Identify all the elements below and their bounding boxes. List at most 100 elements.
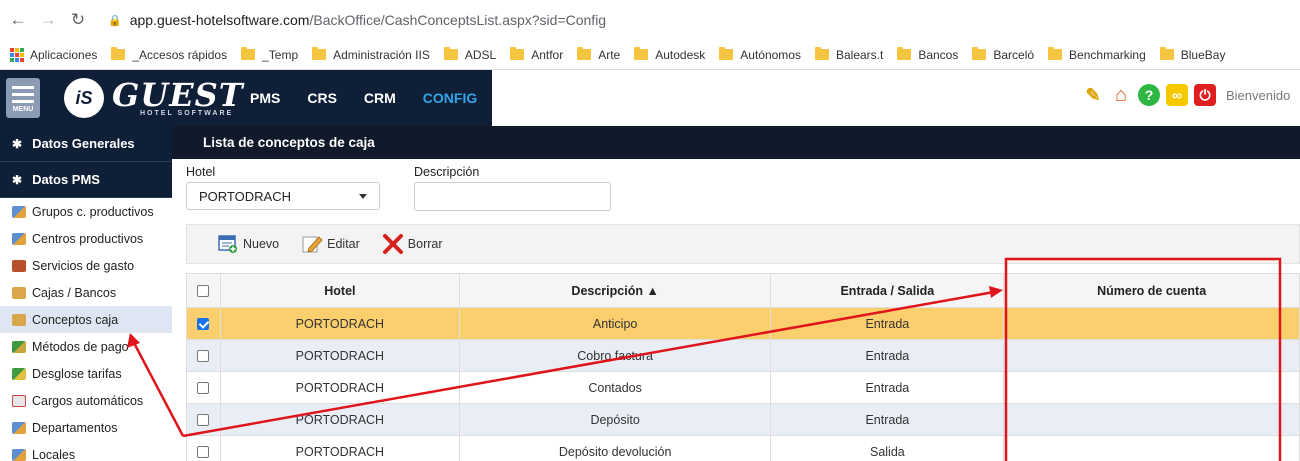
cell-numero-cuenta	[1003, 307, 1300, 340]
broom-icon[interactable]: ✎	[1082, 84, 1104, 106]
folder-icon	[241, 47, 256, 60]
sidebar-item-conceptos[interactable]: Conceptos caja	[0, 306, 172, 333]
bookmark-folder[interactable]: Antfor	[510, 47, 563, 62]
bookmark-folder[interactable]: BlueBay	[1159, 47, 1225, 62]
back-arrow-icon[interactable]: ←	[6, 8, 30, 32]
sidebar-item-cajas[interactable]: Cajas / Bancos	[0, 279, 172, 306]
reload-icon[interactable]: ↻	[66, 8, 90, 32]
bookmark-folder[interactable]: ADSL	[443, 47, 496, 62]
toolbar: Nuevo Editar Borrar	[186, 224, 1300, 264]
table-row[interactable]: PORTODRACH Anticipo Entrada	[186, 307, 1300, 340]
hotel-select[interactable]: PORTODRACH	[186, 182, 380, 210]
apps-grid-icon	[10, 47, 24, 62]
folder-icon	[1048, 47, 1063, 60]
logo-mark: iS	[64, 78, 104, 118]
folder-icon	[1159, 47, 1174, 60]
new-button[interactable]: Nuevo	[217, 234, 279, 254]
row-checkbox[interactable]	[197, 382, 210, 395]
row-checkbox[interactable]	[197, 350, 210, 363]
cell-descripcion: Contados	[458, 371, 772, 404]
sidebar: ✱ Datos Generales ✱ Datos PMS Grupos c. …	[0, 126, 172, 461]
sidebar-item-metodos[interactable]: Métodos de pago	[0, 333, 172, 360]
nav-config[interactable]: CONFIG	[423, 90, 477, 106]
delete-button[interactable]: Borrar	[382, 234, 443, 254]
group-icon	[12, 205, 26, 218]
gear-icon: ✱	[12, 136, 23, 151]
page-title: Lista de conceptos de caja	[172, 126, 1300, 159]
nav-crs[interactable]: CRS	[307, 90, 337, 106]
cashbox-icon	[12, 313, 26, 326]
department-icon	[12, 421, 26, 434]
bookmark-folder[interactable]: Barceló	[972, 47, 1034, 62]
folder-icon	[312, 47, 327, 60]
help-icon[interactable]: ?	[1138, 84, 1160, 106]
description-input[interactable]	[414, 182, 611, 211]
row-checkbox[interactable]	[197, 414, 210, 427]
bookmark-folder[interactable]: Arte	[577, 47, 620, 62]
chevron-down-icon	[359, 194, 367, 199]
lock-icon: 🔒	[108, 14, 122, 27]
folder-icon	[972, 47, 987, 60]
row-checkbox[interactable]	[197, 446, 210, 459]
sidebar-item-centros[interactable]: Centros productivos	[0, 225, 172, 252]
bookmark-folder[interactable]: Autónomos	[719, 47, 801, 62]
sidebar-section-datos-pms[interactable]: ✱ Datos PMS	[0, 162, 172, 198]
header-tools: ✎ ⌂ ? ∞ ⏻ Bienvenido	[1082, 84, 1300, 106]
logo-subtitle: HOTEL SOFTWARE	[140, 110, 234, 117]
bookmark-folder[interactable]: Autodesk	[634, 47, 705, 62]
sidebar-item-locales[interactable]: Locales	[0, 441, 172, 461]
cell-descripcion: Depósito	[458, 403, 772, 436]
table-row[interactable]: PORTODRACH Depósito Entrada	[186, 403, 1300, 436]
nav-crm[interactable]: CRM	[364, 90, 396, 106]
bookmark-folder[interactable]: _Temp	[241, 47, 298, 62]
bookmark-apps[interactable]: Aplicaciones	[10, 47, 97, 62]
calendar-icon	[12, 394, 26, 407]
url-field[interactable]: app.guest-hotelsoftware.com/BackOffice/C…	[130, 12, 606, 28]
table-row[interactable]: PORTODRACH Depósito devolución Salida	[186, 435, 1300, 461]
folder-icon	[111, 47, 126, 60]
table-row[interactable]: PORTODRACH Cobro factura Entrada	[186, 339, 1300, 372]
folder-icon	[814, 47, 829, 60]
folder-icon	[634, 47, 649, 60]
select-all-checkbox[interactable]	[197, 285, 210, 298]
column-header-descripcion[interactable]: Descripción ▲	[458, 273, 772, 308]
sidebar-item-grupos[interactable]: Grupos c. productivos	[0, 198, 172, 225]
folder-icon	[897, 47, 912, 60]
cell-entrada-salida: Entrada	[770, 371, 1005, 404]
cell-hotel: PORTODRACH	[219, 339, 460, 372]
delete-x-icon	[382, 234, 404, 254]
row-checkbox[interactable]	[197, 318, 210, 331]
column-header-hotel[interactable]: Hotel	[219, 273, 460, 308]
select-all-cell[interactable]	[186, 273, 221, 308]
forward-arrow-icon[interactable]: →	[36, 8, 60, 32]
menu-button[interactable]: MENU	[6, 78, 40, 118]
home-icon[interactable]: ⌂	[1110, 84, 1132, 106]
bookmarks-bar: Aplicaciones _Accesos rápidos _Temp Admi…	[0, 40, 1300, 70]
cell-entrada-salida: Salida	[770, 435, 1005, 461]
sidebar-item-departamentos[interactable]: Departamentos	[0, 414, 172, 441]
sidebar-item-servicios[interactable]: Servicios de gasto	[0, 252, 172, 279]
table-row[interactable]: PORTODRACH Contados Entrada	[186, 371, 1300, 404]
group-icon	[12, 232, 26, 245]
main-content: Lista de conceptos de caja Hotel PORTODR…	[172, 126, 1300, 461]
sidebar-section-datos-generales[interactable]: ✱ Datos Generales	[0, 126, 172, 162]
folder-icon	[510, 47, 525, 60]
bookmark-folder[interactable]: _Accesos rápidos	[111, 47, 227, 62]
edit-icon	[301, 234, 323, 254]
cell-numero-cuenta	[1003, 339, 1300, 372]
nav-pms[interactable]: PMS	[250, 90, 280, 106]
shortcuts-icon[interactable]: ∞	[1166, 84, 1188, 106]
bookmark-folder[interactable]: Balears.t	[814, 47, 883, 62]
power-icon[interactable]: ⏻	[1194, 84, 1216, 106]
bookmark-folder[interactable]: Bancos	[897, 47, 958, 62]
bookmark-folder[interactable]: Benchmarking	[1048, 47, 1146, 62]
sidebar-item-cargos[interactable]: Cargos automáticos	[0, 387, 172, 414]
bookmark-folder[interactable]: Administración IIS	[312, 47, 430, 62]
column-header-numero-cuenta[interactable]: Número de cuenta	[1003, 273, 1300, 308]
table-header-row: Hotel Descripción ▲ Entrada / Salida Núm…	[186, 273, 1300, 308]
edit-button[interactable]: Editar	[301, 234, 360, 254]
sidebar-item-desglose[interactable]: Desglose tarifas	[0, 360, 172, 387]
column-header-entrada-salida[interactable]: Entrada / Salida	[770, 273, 1005, 308]
department-icon	[12, 448, 26, 461]
cell-entrada-salida: Entrada	[770, 307, 1005, 340]
